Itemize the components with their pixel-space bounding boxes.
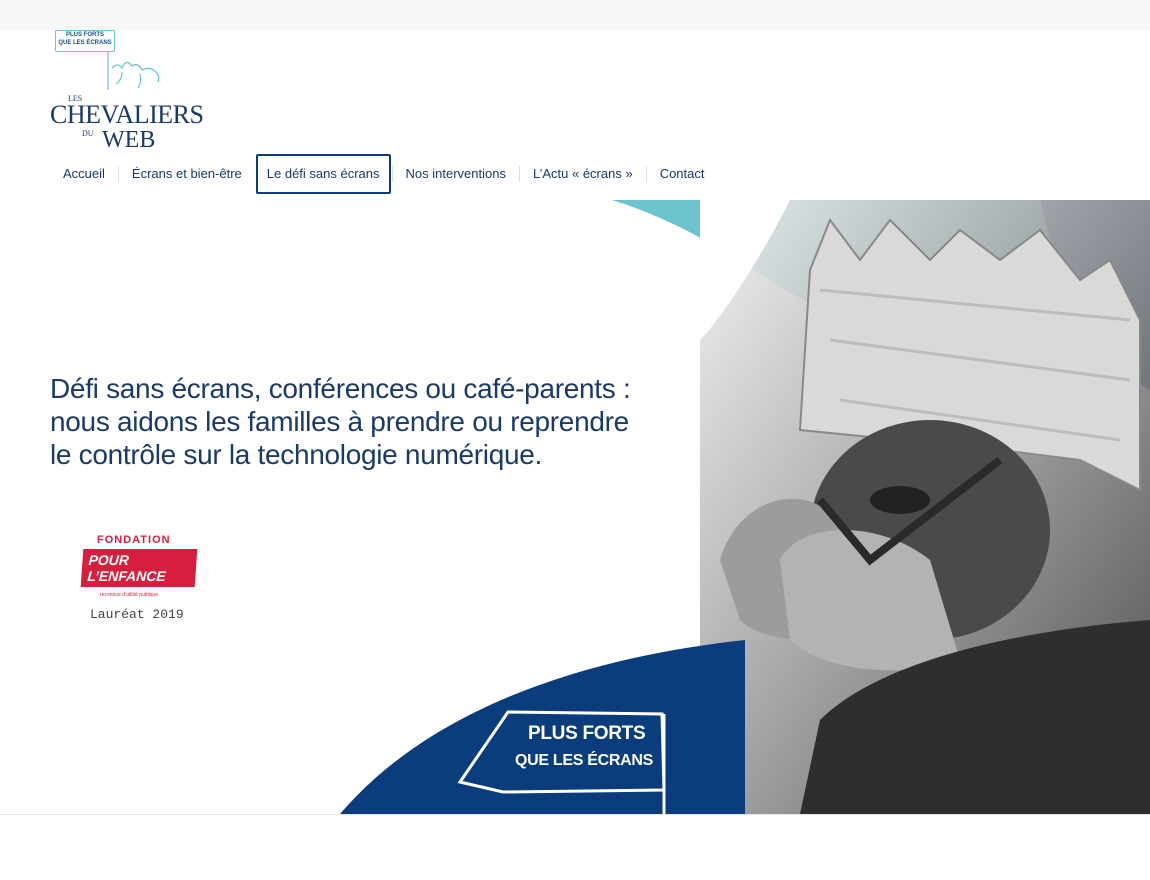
hero-headline-line3: le contrôle sur la technologie numérique… xyxy=(50,439,543,470)
nav-item-contact[interactable]: Contact xyxy=(647,166,718,182)
fondation-subtitle: reconnue d’utilité publique xyxy=(100,592,159,598)
logo-chevaliers: CHEVALIERS xyxy=(50,100,204,129)
fondation-line1: POUR xyxy=(88,552,130,568)
browser-top-bar xyxy=(0,0,1150,30)
nav-item-defi-sans-ecrans[interactable]: Le défi sans écrans xyxy=(255,154,391,194)
fondation-label: FONDATION xyxy=(97,534,171,546)
hero-section xyxy=(0,200,1150,814)
fondation-badge: POUR L’ENFANCE xyxy=(80,549,198,587)
flag-text-line1: PLUS FORTS xyxy=(528,723,646,744)
logo-web: WEB xyxy=(102,127,156,153)
nav-item-actu-ecrans[interactable]: L’Actu « écrans » xyxy=(520,166,646,182)
hero-headline: Défi sans écrans, conférences ou café-pa… xyxy=(50,372,690,471)
logo-pennant-line2: QUE LES ÉCRANS xyxy=(58,40,112,46)
nav-item-ecrans-bien-etre[interactable]: Écrans et bien-être xyxy=(119,166,255,182)
logo-pennant-line1: PLUS FORTS xyxy=(65,32,104,38)
nav-item-nos-interventions[interactable]: Nos interventions xyxy=(393,166,519,182)
section-divider xyxy=(0,814,1150,815)
hero-background-illustration xyxy=(340,200,1150,814)
laureat-label: Lauréat 2019 xyxy=(90,607,184,622)
nav-item-accueil[interactable]: Accueil xyxy=(50,166,118,182)
hero-headline-line1: Défi sans écrans, conférences ou café-pa… xyxy=(50,373,631,404)
main-navigation: Accueil Écrans et bien-être Le défi sans… xyxy=(50,154,718,194)
hero-headline-line2: nous aidons les familles à prendre ou re… xyxy=(50,406,629,437)
fondation-line2: L’ENFANCE xyxy=(86,568,167,584)
logo-pennant: PLUS FORTS QUE LES ÉCRANS xyxy=(55,30,115,52)
logo-knight-icon xyxy=(107,52,160,90)
logo-du: DU xyxy=(82,129,94,138)
flag-text-line2: QUE LES ÉCRANS xyxy=(515,752,654,769)
